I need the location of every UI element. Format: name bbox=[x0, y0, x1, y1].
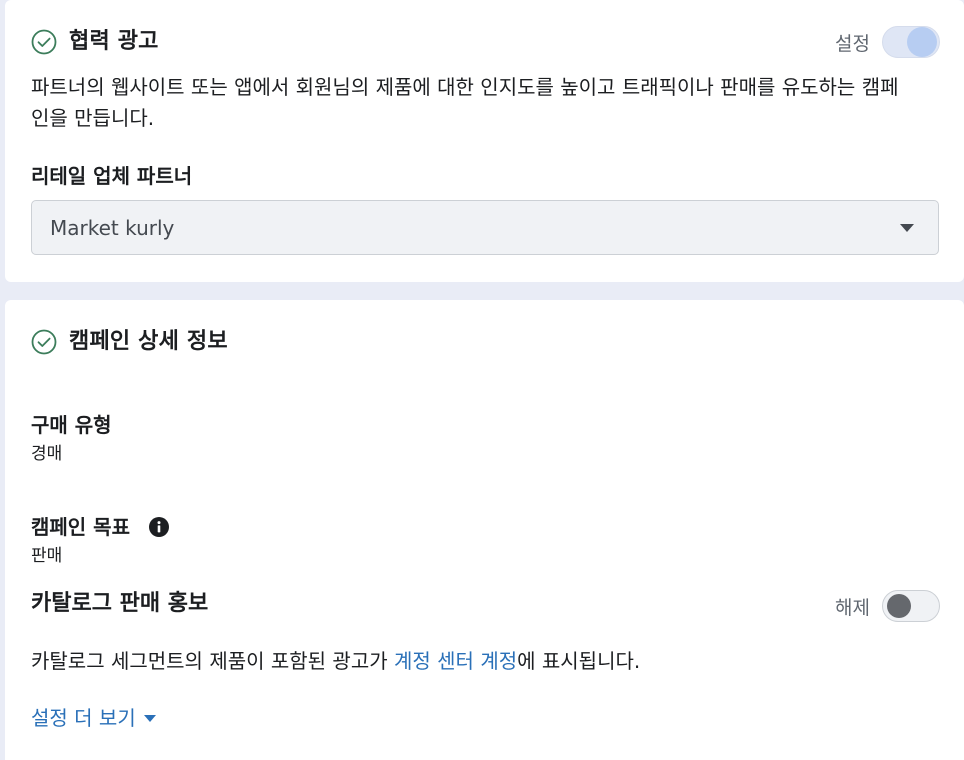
catalog-description: 카탈로그 세그먼트의 제품이 포함된 광고가 계정 센터 계정에 표시됩니다. bbox=[31, 646, 640, 677]
check-circle-icon bbox=[31, 329, 57, 355]
campaign-objective-label: 캠페인 목표 bbox=[31, 515, 130, 539]
collab-description-line1: 파트너의 웹사이트 또는 앱에서 회원님의 제품에 대한 인지도를 높이고 트래… bbox=[31, 75, 899, 99]
dropdown-arrow-icon bbox=[900, 224, 914, 232]
catalog-toggle-group: 해제 bbox=[835, 589, 940, 623]
collab-toggle-group: 설정 bbox=[835, 25, 940, 59]
catalog-sales-toggle[interactable] bbox=[882, 590, 940, 622]
retail-partner-label: 리테일 업체 파트너 bbox=[31, 164, 193, 188]
toggle-knob bbox=[887, 594, 911, 618]
catalog-desc-suffix: 에 표시됩니다. bbox=[517, 649, 641, 673]
check-circle-icon bbox=[31, 29, 57, 55]
collab-ads-toggle[interactable] bbox=[882, 26, 940, 58]
campaign-details-title: 캠페인 상세 정보 bbox=[69, 329, 228, 354]
more-settings-label: 설정 더 보기 bbox=[31, 706, 136, 730]
chevron-down-icon bbox=[143, 715, 156, 722]
buy-type-label: 구매 유형 bbox=[31, 413, 112, 437]
collab-ads-title: 협력 광고 bbox=[69, 29, 159, 54]
retail-partner-select[interactable]: Market kurly bbox=[31, 200, 939, 255]
retail-partner-value: Market kurly bbox=[50, 215, 175, 240]
accounts-center-link[interactable]: 계정 센터 계정 bbox=[394, 649, 517, 673]
buy-type-value: 경매 bbox=[31, 444, 63, 464]
collab-description: 파트너의 웹사이트 또는 앱에서 회원님의 제품에 대한 인지도를 높이고 트래… bbox=[31, 72, 941, 134]
campaign-details-card: 캠페인 상세 정보 구매 유형 경매 캠페인 목표 판매 카탈로그 판매 홍보 … bbox=[5, 300, 964, 760]
catalog-toggle-label: 해제 bbox=[835, 596, 870, 619]
more-settings-link[interactable]: 설정 더 보기 bbox=[31, 704, 156, 732]
catalog-desc-text: 카탈로그 세그먼트의 제품이 포함된 광고가 bbox=[31, 649, 394, 673]
catalog-sales-label: 카탈로그 판매 홍보 bbox=[31, 591, 209, 616]
collab-ads-card: 협력 광고 설정 파트너의 웹사이트 또는 앱에서 회원님의 제품에 대한 인지… bbox=[5, 0, 964, 282]
toggle-knob bbox=[907, 27, 937, 57]
collab-description-line2: 인을 만듭니다. bbox=[31, 106, 155, 130]
collab-toggle-label: 설정 bbox=[835, 32, 870, 55]
campaign-objective-heading: 캠페인 목표 bbox=[31, 513, 169, 541]
info-icon[interactable] bbox=[148, 516, 169, 537]
campaign-objective-value: 판매 bbox=[31, 546, 63, 566]
